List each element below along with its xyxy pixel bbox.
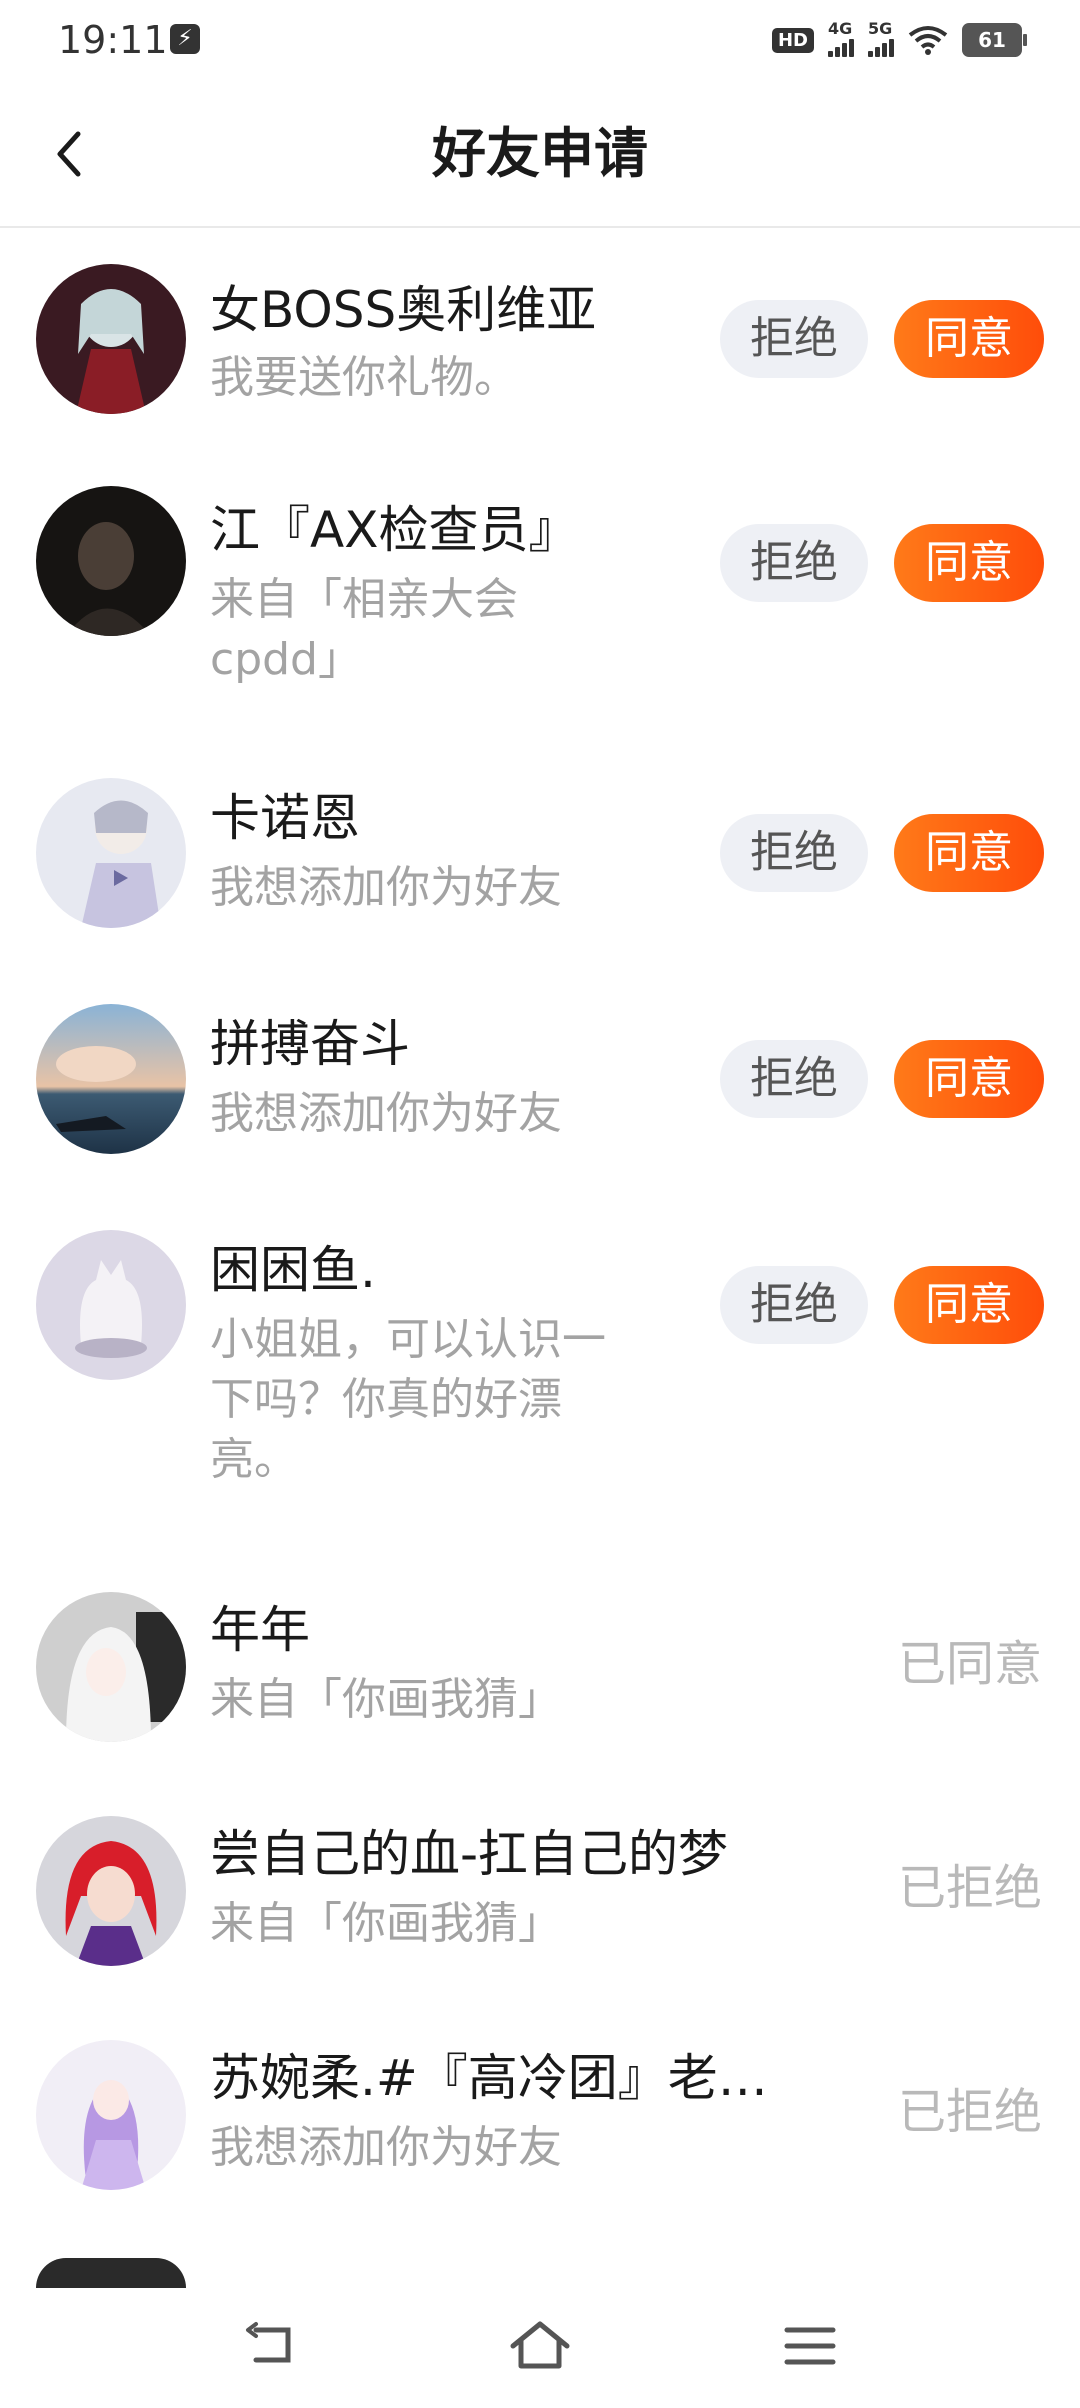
status-icons: HD 4G 5G 61 — [771, 19, 1027, 60]
requester-name: 困困鱼. — [210, 1241, 376, 1299]
reject-button[interactable]: 拒绝 — [720, 524, 868, 602]
requester-name: 拼搏奋斗 — [210, 1015, 410, 1073]
reject-button[interactable]: 拒绝 — [720, 300, 868, 378]
request-message: 来自「相亲大会 cpdd」 — [210, 574, 518, 685]
friend-request-row: 困困鱼. 小姐姐，可以认识一 下吗？你真的好漂 亮。 拒绝 同意 — [0, 1210, 1080, 1556]
avatar-anime-boy-icon — [36, 778, 186, 928]
requester-name: 尝自己的血-扛自己的梦 — [210, 1825, 729, 1883]
agree-button[interactable]: 同意 — [894, 814, 1044, 892]
friend-request-row — [0, 2258, 1080, 2288]
avatar-sea-sunset-icon — [36, 1004, 186, 1154]
avatar[interactable] — [36, 486, 186, 636]
avatar[interactable] — [36, 778, 186, 928]
request-status: 已拒绝 — [897, 2084, 1042, 2140]
friend-request-row: 年年 来自「你画我猜」 已同意 — [0, 1564, 1080, 1788]
avatar-white-cat-icon — [36, 1230, 186, 1380]
friend-request-row: 苏婉柔.#『高冷团』老… 我想添加你为好友 已拒绝 — [0, 2012, 1080, 2234]
requester-name: 年年 — [210, 1601, 310, 1659]
request-message: 小姐姐，可以认识一 下吗？你真的好漂 亮。 — [210, 1314, 606, 1485]
avatar[interactable] — [36, 1592, 186, 1742]
avatar[interactable] — [36, 1230, 186, 1380]
hd-icon: HD — [771, 27, 814, 53]
status-time: 19:11 — [58, 18, 168, 62]
menu-icon — [784, 2327, 836, 2365]
nav-menu-button[interactable] — [775, 2316, 845, 2376]
requester-name: 女BOSS奥利维亚 — [210, 281, 597, 339]
system-nav-bar — [0, 2288, 1080, 2408]
requester-name: 卡诺恩 — [210, 789, 360, 847]
avatar[interactable] — [36, 264, 186, 414]
avatar[interactable] — [36, 2040, 186, 2190]
reject-button[interactable]: 拒绝 — [720, 814, 868, 892]
signal-4g-icon: 4G — [828, 19, 854, 57]
nav-back-icon — [246, 2322, 291, 2363]
friend-request-row: 卡诺恩 我想添加你为好友 拒绝 同意 — [0, 758, 1080, 973]
friend-request-row: 拼搏奋斗 我想添加你为好友 拒绝 同意 — [0, 984, 1080, 1199]
request-message: 我想添加你为好友 — [210, 2122, 562, 2173]
request-message: 来自「你画我猜」 — [210, 1674, 562, 1725]
requester-name: 江『AX检查员』 — [210, 501, 579, 559]
request-status: 已同意 — [897, 1636, 1042, 1692]
home-icon — [510, 2321, 570, 2369]
avatar-dark-photo-icon — [36, 486, 186, 636]
battery-icon: 61 — [962, 23, 1027, 57]
agree-button[interactable]: 同意 — [894, 300, 1044, 378]
request-message: 我想添加你为好友 — [210, 1088, 562, 1139]
reject-button[interactable]: 拒绝 — [720, 1040, 868, 1118]
request-status: 已拒绝 — [897, 1860, 1042, 1916]
avatar-white-hair-icon — [36, 1592, 186, 1742]
reject-button[interactable]: 拒绝 — [720, 1266, 868, 1344]
avatar[interactable] — [36, 1816, 186, 1966]
avatar[interactable] — [36, 1004, 186, 1154]
notification-bolt-icon: ⚡ — [170, 24, 200, 54]
requester-name: 苏婉柔.#『高冷团』老… — [210, 2049, 768, 2107]
wifi-icon — [908, 25, 948, 55]
avatar-gothic-girl-icon — [36, 264, 186, 414]
nav-home-button[interactable] — [505, 2316, 575, 2376]
avatar-purple-girl-icon — [36, 2040, 186, 2190]
friend-request-row: 女BOSS奥利维亚 我要送你礼物。 拒绝 同意 — [0, 228, 1080, 438]
agree-button[interactable]: 同意 — [894, 1040, 1044, 1118]
nav-back-button[interactable] — [236, 2316, 306, 2376]
friend-request-row: 江『AX检查员』 来自「相亲大会 cpdd」 拒绝 同意 — [0, 452, 1080, 742]
header: 好友申请 — [0, 82, 1080, 228]
avatar[interactable] — [36, 2258, 186, 2288]
friend-request-row: 尝自己的血-扛自己的梦 来自「你画我猜」 已拒绝 — [0, 1788, 1080, 2010]
request-message: 我要送你礼物。 — [210, 352, 518, 403]
request-message: 来自「你画我猜」 — [210, 1898, 562, 1949]
request-message: 我想添加你为好友 — [210, 862, 562, 913]
signal-5g-icon: 5G — [868, 19, 894, 57]
agree-button[interactable]: 同意 — [894, 1266, 1044, 1344]
avatar-red-hair-icon — [36, 1816, 186, 1966]
page-title: 好友申请 — [432, 122, 648, 185]
agree-button[interactable]: 同意 — [894, 524, 1044, 602]
status-bar: 19:11 ⚡ HD 4G 5G 61 — [0, 0, 1080, 82]
